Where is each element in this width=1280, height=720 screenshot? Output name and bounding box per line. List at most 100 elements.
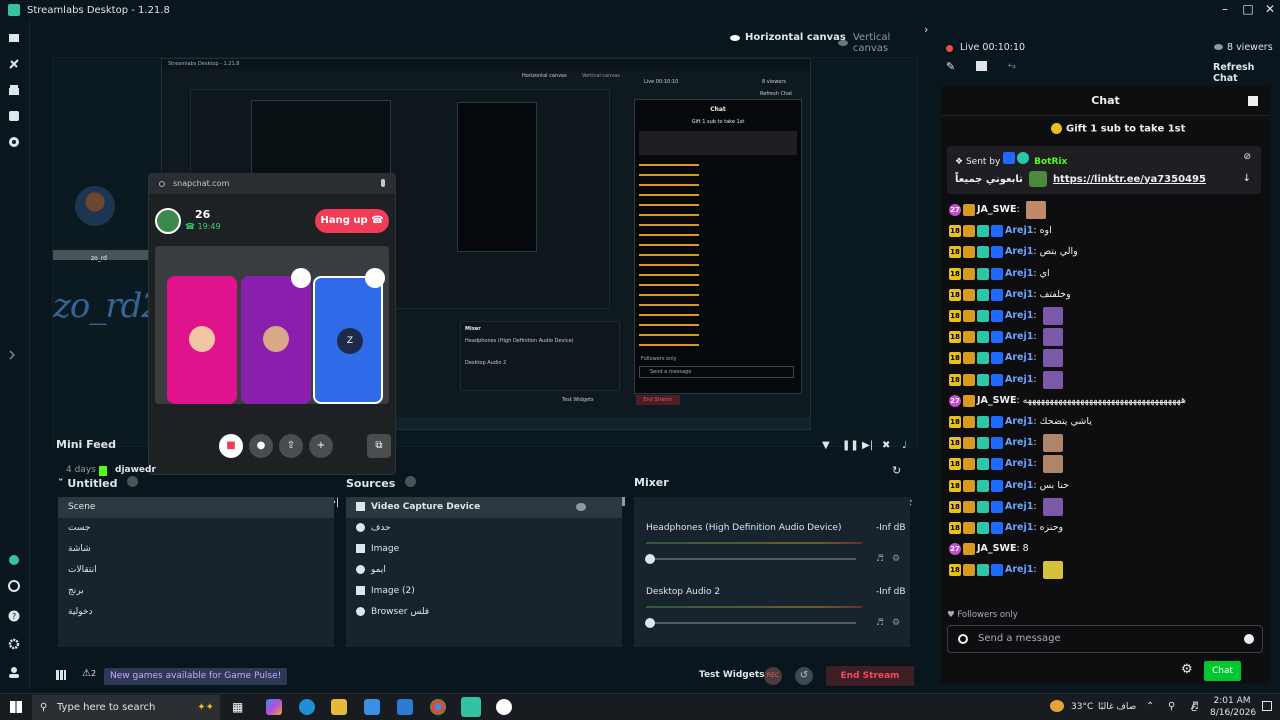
gift-sub-banner[interactable]: Gift 1 sub to take 1st [1051, 123, 1185, 135]
alerts-indicator[interactable]: ⚠2 [82, 668, 96, 679]
taskbar-search[interactable]: ⚲ Type here to search ✦✦ [32, 695, 220, 720]
horizontal-canvas-toggle[interactable]: Horizontal canvas [730, 32, 846, 43]
participant-tile-2[interactable] [241, 276, 311, 404]
chat-username[interactable]: Arej1 [1005, 307, 1033, 325]
chat-username[interactable]: Arej1 [1005, 455, 1033, 473]
vertical-canvas-toggle[interactable]: Vertical canvas [838, 32, 928, 54]
settings-wheel-icon[interactable] [8, 580, 20, 592]
chat-username[interactable]: Arej1 [1005, 328, 1033, 346]
chat-username[interactable]: JA_SWE [977, 540, 1016, 558]
refresh-chat-button[interactable]: Refresh Chat [1213, 62, 1280, 84]
store-icon[interactable] [364, 699, 380, 715]
performance-icon[interactable] [56, 670, 66, 680]
unpin-icon[interactable]: ⊘ [1243, 152, 1251, 162]
chat-username[interactable]: Arej1 [1005, 519, 1033, 537]
speaker-icon[interactable]: ♬ [876, 618, 884, 628]
chat-username[interactable]: Arej1 [1005, 265, 1033, 283]
chat-username[interactable]: Arej1 [1005, 243, 1033, 261]
snapchat-window[interactable]: snapchat.com 26 ☎ 19:49 Hang up ☎ Z ■ ● … [148, 173, 396, 475]
add-scene-icon[interactable] [127, 476, 139, 487]
network-icon[interactable]: ⚲ [1168, 701, 1175, 712]
maximize-icon[interactable]: □ [1237, 2, 1259, 18]
refresh-icon[interactable]: ↻ [892, 464, 901, 477]
chat-settings-icon[interactable] [958, 634, 968, 644]
chat-username[interactable]: Arej1 [1005, 286, 1033, 304]
scene-item[interactable]: Scene [58, 497, 334, 518]
input-language[interactable]: ع [1191, 702, 1196, 712]
source-item[interactable]: حدف [346, 518, 622, 539]
copilot-icon[interactable] [266, 699, 282, 715]
source-item[interactable]: Browser فلس [346, 602, 622, 623]
scene-item[interactable]: دخولية [58, 602, 334, 623]
volume-slider-knob[interactable] [645, 554, 655, 564]
share-icon[interactable]: ⥆ [1008, 60, 1016, 71]
clock[interactable]: 2:01 AM 8/16/2026 [1210, 695, 1256, 719]
pause-icon[interactable]: ❚❚ [842, 440, 859, 451]
file-explorer-icon[interactable] [331, 699, 347, 715]
add-source-icon[interactable] [405, 476, 417, 487]
end-stream-button[interactable]: End Stream [826, 666, 914, 686]
outlook-icon[interactable] [397, 699, 413, 715]
weather-temp[interactable]: 33°C [1071, 702, 1093, 712]
filter-icon[interactable]: ▼ [822, 440, 830, 451]
gear-icon[interactable]: ⚙ [1181, 662, 1193, 677]
minimize-icon[interactable]: – [1214, 2, 1236, 18]
chat-username[interactable]: Arej1 [1005, 477, 1033, 495]
test-widgets-button[interactable]: Test Widgets [699, 670, 765, 680]
chat-username[interactable]: Arej1 [1005, 498, 1033, 516]
tray-chevron-icon[interactable]: ⌃ [1146, 701, 1154, 712]
record-icon[interactable] [8, 136, 20, 148]
chat-username[interactable]: Arej1 [1005, 434, 1033, 452]
highlighter-icon[interactable] [8, 554, 20, 566]
chat-input[interactable]: Send a message [947, 625, 1263, 653]
expand-chevron-icon[interactable] [6, 349, 18, 361]
hang-up-button[interactable]: Hang up ☎ [315, 209, 389, 233]
chat-username[interactable]: JA_SWE [977, 392, 1016, 410]
gear-icon[interactable]: ⚙ [892, 618, 900, 628]
themes-icon[interactable] [8, 58, 20, 70]
pinned-link[interactable]: https://linktr.ee/ya7350495 [1053, 174, 1206, 185]
scene-item[interactable]: انتقالات [58, 560, 334, 581]
close-icon[interactable]: ✕ [1259, 2, 1280, 18]
source-item[interactable]: Image (2) [346, 581, 622, 602]
help-icon[interactable]: ? [8, 610, 20, 622]
gear-icon[interactable] [8, 638, 20, 650]
clip-icon[interactable] [976, 61, 987, 71]
game-pulse-banner[interactable]: New games available for Game Pulse! [104, 668, 288, 685]
editor-icon[interactable] [8, 32, 20, 44]
participant-tile-3[interactable]: Z [313, 276, 383, 404]
speaker-icon[interactable]: ♬ [876, 554, 884, 564]
volume-slider[interactable] [646, 558, 856, 560]
emoji-icon[interactable] [1244, 634, 1254, 644]
store-icon[interactable] [8, 84, 20, 96]
gear-icon[interactable]: ⚙ [892, 554, 900, 564]
task-view-icon[interactable]: ▦ [232, 699, 248, 715]
skip-icon[interactable]: ▶| [862, 440, 873, 451]
scene-item[interactable]: شاشة [58, 539, 334, 560]
replay-buffer-icon[interactable]: ↺ [795, 667, 813, 685]
notifications-icon[interactable] [1262, 701, 1272, 711]
streamlabs-taskbar-icon[interactable] [461, 697, 481, 717]
visibility-off-icon[interactable] [576, 503, 586, 511]
record-button[interactable]: REC [764, 667, 782, 685]
scene-item[interactable]: برنج [58, 581, 334, 602]
chat-username[interactable]: Arej1 [1005, 349, 1033, 367]
windows-start-icon[interactable] [10, 701, 22, 713]
widgets-icon[interactable] [8, 110, 20, 122]
mute-alerts-icon[interactable]: ✖ [882, 440, 890, 451]
chat-username[interactable]: Arej1 [1005, 413, 1033, 431]
obs-icon[interactable] [496, 699, 512, 715]
source-item[interactable]: ايمو [346, 560, 622, 581]
edit-icon[interactable]: ✎ [946, 60, 955, 73]
scene-collection-name[interactable]: Untitled [67, 477, 117, 490]
send-chat-button[interactable]: Chat [1204, 661, 1241, 681]
chat-username[interactable]: JA_SWE [977, 201, 1016, 219]
edge-icon[interactable] [299, 699, 315, 715]
participant-tile-1[interactable] [167, 276, 237, 404]
volume-icon[interactable]: ♩ [902, 440, 907, 451]
source-item[interactable]: Video Capture Device [346, 497, 622, 518]
volume-slider[interactable] [646, 622, 856, 624]
scene-item[interactable]: جست [58, 518, 334, 539]
chrome-icon[interactable] [430, 699, 446, 715]
chat-username[interactable]: Arej1 [1005, 371, 1033, 389]
